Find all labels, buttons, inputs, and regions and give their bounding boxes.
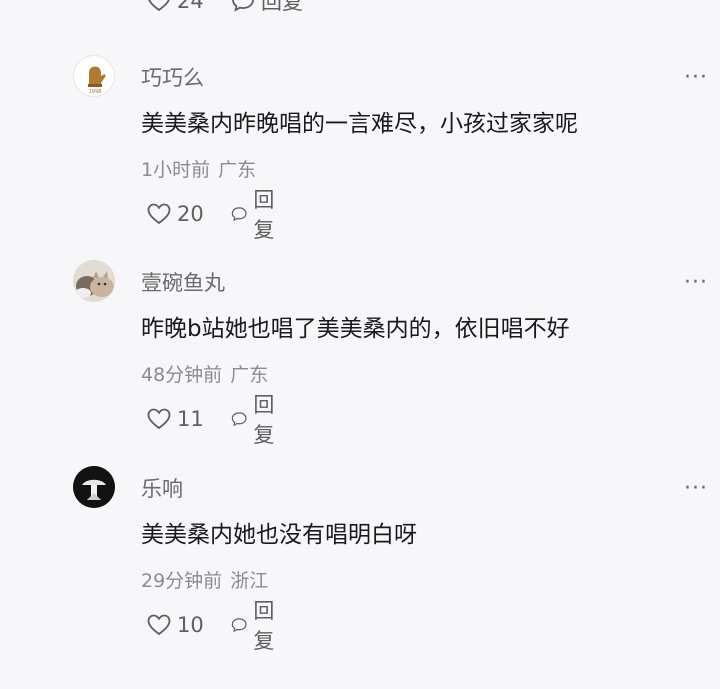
more-dots-icon[interactable]: ··· (684, 268, 708, 298)
comment-item: 1998 巧巧么 ··· 美美桑内昨晚唱的一言难尽，小孩过家家呢 1小时前 广东 … (0, 55, 720, 255)
dark-figure-avatar (73, 466, 115, 508)
comment-text: 美美桑内昨晚唱的一言难尽，小孩过家家呢 (141, 111, 578, 137)
like-button[interactable]: 11 (147, 407, 204, 431)
comment-item: 乐响 ··· 美美桑内她也没有唱明白呀 29分钟前 浙江 10 回复 (0, 466, 720, 666)
comment-location: 广东 (218, 159, 257, 181)
like-button[interactable]: 20 (147, 202, 204, 226)
username[interactable]: 壹碗鱼丸 (141, 268, 225, 298)
more-dots-icon[interactable]: ··· (684, 474, 708, 504)
reply-button[interactable]: 回复 (231, 0, 303, 16)
comment-item: 壹碗鱼丸 ··· 昨晚b站她也唱了美美桑内的，依旧唱不好 48分钟前 广东 11 … (0, 260, 720, 460)
reply-button[interactable]: 回复 (231, 393, 282, 447)
heart-outline-icon (147, 408, 171, 430)
like-button[interactable]: 10 (147, 613, 204, 637)
comment-location: 广东 (230, 364, 269, 386)
comment-actions: 11 回复 (147, 393, 274, 447)
cat-photo-avatar (73, 260, 115, 302)
username[interactable]: 乐响 (141, 474, 183, 504)
speech-bubble-icon (231, 618, 247, 633)
comment-actions: 20 回复 (147, 188, 274, 242)
speech-bubble-icon (232, 0, 254, 12)
comment-time: 48分钟前 (141, 364, 223, 386)
like-count: 10 (177, 613, 204, 637)
reply-button[interactable]: 回复 (231, 188, 282, 242)
like-count: 24 (177, 0, 204, 13)
comment-text: 昨晚b站她也唱了美美桑内的，依旧唱不好 (141, 316, 570, 342)
comment-meta: 1小时前 广东 (141, 157, 256, 183)
comment-time: 29分钟前 (141, 570, 223, 592)
speech-bubble-icon (231, 412, 247, 427)
comment-time: 1小时前 (141, 159, 211, 181)
reply-label: 回复 (253, 599, 275, 653)
reply-label: 回复 (253, 188, 275, 242)
avatar-year: 1998 (89, 89, 102, 95)
comment-location: 浙江 (230, 570, 269, 592)
more-dots-icon[interactable]: ··· (684, 63, 708, 93)
comment-meta: 29分钟前 浙江 (141, 568, 268, 594)
comment-actions: 10 回复 (147, 599, 274, 653)
mitten-logo-avatar: 1998 (88, 66, 106, 95)
reply-button[interactable]: 回复 (231, 599, 282, 653)
reply-label: 回复 (261, 0, 303, 14)
heart-outline-icon (147, 203, 171, 225)
comment-text: 美美桑内她也没有唱明白呀 (141, 522, 417, 548)
speech-bubble-icon (231, 207, 247, 222)
comment-meta: 48分钟前 广东 (141, 362, 268, 388)
reply-label: 回复 (253, 393, 275, 447)
username[interactable]: 巧巧么 (141, 63, 204, 93)
heart-outline-icon (147, 614, 171, 636)
avatar[interactable] (73, 260, 115, 302)
like-button[interactable]: 24 (147, 0, 204, 16)
like-count: 11 (177, 407, 204, 431)
avatar[interactable]: 1998 (73, 55, 115, 97)
heart-outline-icon (148, 0, 170, 12)
like-count: 20 (177, 202, 204, 226)
avatar[interactable] (73, 466, 115, 508)
